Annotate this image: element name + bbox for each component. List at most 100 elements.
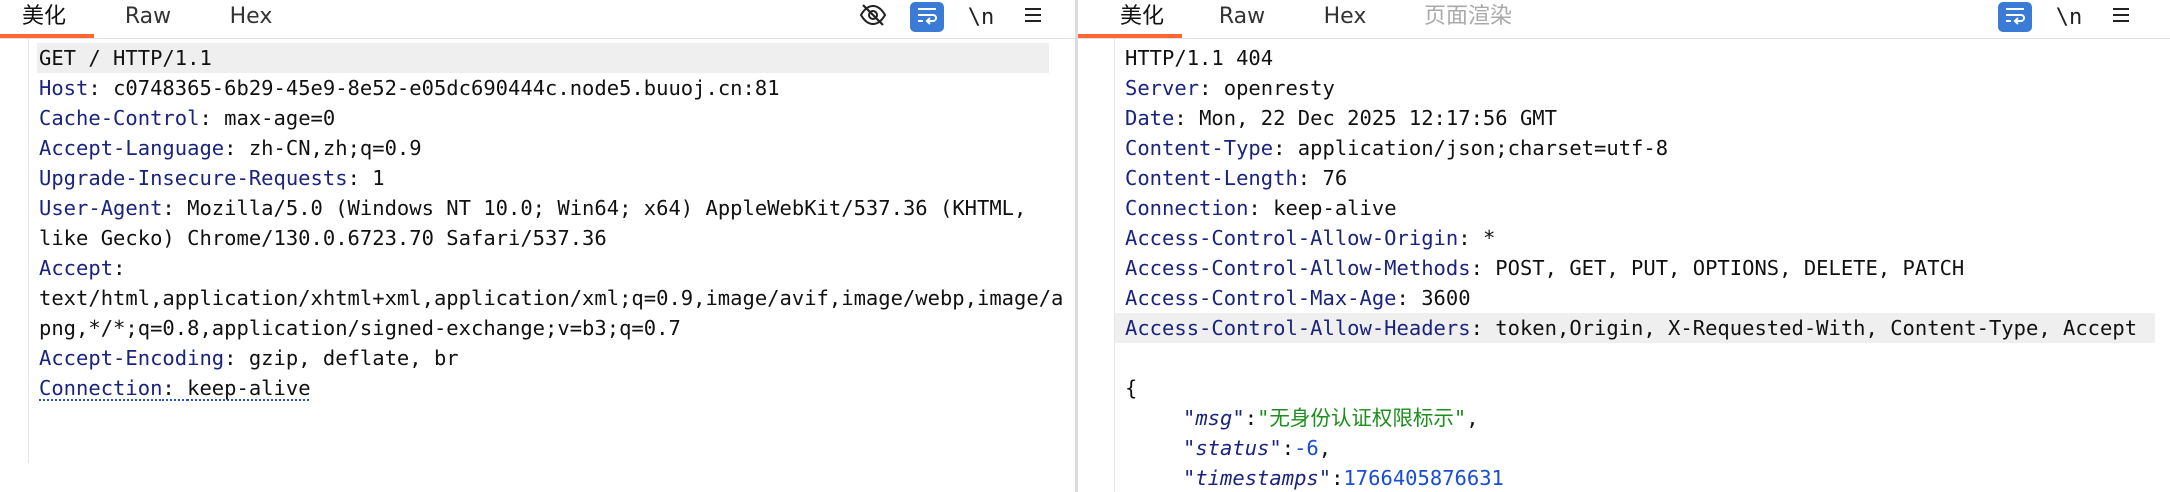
header-name: Server: [1125, 76, 1200, 100]
tab-hex-label: Hex: [1323, 4, 1367, 29]
wrap-lines-button[interactable]: [1998, 2, 2032, 32]
tab-hex[interactable]: Hex: [1318, 0, 1372, 36]
header-value: Mon, 22 Dec 2025 12:17:56 GMT: [1199, 106, 1557, 130]
code-line: 12 {: [1078, 373, 2170, 403]
code-line: 1 GET / HTTP/1.1: [0, 43, 1075, 73]
header-value: 3600: [1421, 286, 1471, 310]
header-name: User-Agent: [39, 196, 163, 220]
code-line: 5 Content-Length: 76: [1078, 163, 2170, 193]
code-line-wrapped: "msg":"无身份认证权限标示",: [1078, 403, 2170, 433]
tab-hex[interactable]: Hex: [224, 0, 278, 36]
json-open-brace: {: [1125, 376, 1138, 400]
json-key: "msg": [1183, 406, 1245, 430]
code-line: 3 Cache-Control: max-age=0: [0, 103, 1075, 133]
code-line: 6 User-Agent: Mozilla/5.0 (Windows NT 10…: [0, 193, 1075, 223]
newline-icon: \n: [967, 4, 995, 30]
tab-raw[interactable]: Raw: [1212, 0, 1272, 36]
header-value: keep-alive: [1273, 196, 1397, 220]
header-value: max-age=0: [224, 106, 336, 130]
header-value: gzip, deflate, br: [248, 346, 459, 370]
code-line: 11: [0, 433, 1075, 463]
tab-pretty[interactable]: 美化: [1078, 0, 1182, 38]
tab-render-label: 页面渲染: [1423, 4, 1512, 29]
header-name: Access-Control-Allow-Headers: [1125, 316, 1471, 340]
line-gutter: [1078, 39, 1115, 492]
tab-raw-label: Raw: [124, 4, 172, 29]
active-tab-indicator: [1078, 34, 1182, 38]
tab-render[interactable]: 页面渲染: [1416, 0, 1520, 36]
code-line-wrapped: "status":-6,: [1078, 433, 2170, 463]
code-line: 8 Accept-Encoding: gzip, deflate, br: [0, 343, 1075, 373]
code-line: 4 Content-Type: application/json;charset…: [1078, 133, 2170, 163]
code-line: 7 Accept:: [0, 253, 1075, 283]
code-line: 5 Upgrade-Insecure-Requests: 1: [0, 163, 1075, 193]
header-value: c0748365-6b29-45e9-8e52-e05dc690444c.nod…: [113, 76, 780, 100]
header-value: zh-CN,zh;q=0.9: [248, 136, 422, 160]
code-line: 7 Access-Control-Allow-Origin: *: [1078, 223, 2170, 253]
code-line-wrapped: "timestamps":1766405876631: [1078, 463, 2170, 492]
code-line-wrapped: like Gecko) Chrome/130.0.6723.70 Safari/…: [0, 223, 1075, 253]
header-name: Connection: [1125, 196, 1249, 220]
header-name: Access-Control-Allow-Origin: [1125, 226, 1459, 250]
code-line: 2 Host: c0748365-6b29-45e9-8e52-e05dc690…: [0, 73, 1075, 103]
request-menu-button[interactable]: [1016, 2, 1050, 32]
request-pane: 美化 Raw Hex \n GET / HTTP/1.1 Host: c0748…: [0, 0, 1075, 492]
wrap-lines-icon: [2003, 5, 2027, 29]
header-name: Date: [1125, 106, 1175, 130]
code-line: 1 HTTP/1.1 404: [1078, 43, 2170, 73]
header-name: Host: [39, 76, 89, 100]
code-line: 6 Connection: keep-alive: [1078, 193, 2170, 223]
code-line: 3 Date: Mon, 22 Dec 2025 12:17:56 GMT: [1078, 103, 2170, 133]
header-name: Content-Length: [1125, 166, 1298, 190]
header-name: Accept: [39, 256, 114, 280]
header-value: POST, GET, PUT, OPTIONS, DELETE, PATCH: [1495, 256, 1965, 280]
tab-pretty[interactable]: 美化: [0, 0, 94, 38]
header-value: 1: [372, 166, 385, 190]
code-line: 10: [0, 403, 1075, 433]
hamburger-menu-icon: [1023, 6, 1043, 28]
header-value-continued: text/html,application/xhtml+xml,applicat…: [39, 286, 1064, 310]
header-name: Content-Type: [1125, 136, 1274, 160]
json-number-value: 1766405876631: [1343, 466, 1504, 490]
code-line: 4 Accept-Language: zh-CN,zh;q=0.9: [0, 133, 1075, 163]
header-name: Accept-Encoding: [39, 346, 225, 370]
wrap-lines-button[interactable]: [910, 2, 944, 32]
response-pane: 美化 Raw Hex 页面渲染 \n HTTP/1.1 404 Server: …: [1078, 0, 2170, 492]
hide-headers-button[interactable]: [856, 2, 890, 32]
header-name: Connection: [39, 376, 163, 400]
header-value-continued: png,*/*;q=0.8,application/signed-exchang…: [39, 316, 681, 340]
show-newlines-button[interactable]: \n: [964, 2, 998, 32]
header-value: application/json;charset=utf-8: [1297, 136, 1669, 160]
line-gutter: [0, 39, 29, 463]
tab-hex-label: Hex: [229, 4, 273, 29]
json-key: "timestamps": [1183, 466, 1332, 490]
header-value: keep-alive: [187, 376, 311, 400]
show-newlines-button[interactable]: \n: [2052, 2, 2086, 32]
tab-pretty-label: 美化: [1119, 4, 1164, 29]
code-line: 9 Access-Control-Max-Age: 3600: [1078, 283, 2170, 313]
status-line: HTTP/1.1 404: [1125, 46, 1274, 70]
hamburger-menu-icon: [2111, 6, 2131, 28]
json-key: "status": [1183, 436, 1282, 460]
header-name: Accept-Language: [39, 136, 225, 160]
wrap-lines-icon: [915, 5, 939, 29]
header-name: Access-Control-Allow-Methods: [1125, 256, 1471, 280]
code-line: 11: [1078, 343, 2170, 373]
header-value: openresty: [1223, 76, 1335, 100]
header-value: *: [1482, 226, 1496, 250]
header-name: Cache-Control: [39, 106, 200, 130]
tab-raw[interactable]: Raw: [118, 0, 178, 36]
header-value: token,Origin, X-Requested-With, Content-…: [1495, 316, 2138, 340]
code-line: 10 Access-Control-Allow-Headers: token,O…: [1078, 313, 2170, 343]
eye-slash-icon: [859, 3, 887, 31]
request-line: GET / HTTP/1.1: [37, 43, 1049, 73]
tab-raw-label: Raw: [1218, 4, 1266, 29]
response-menu-button[interactable]: [2104, 2, 2138, 32]
code-line-wrapped: png,*/*;q=0.8,application/signed-exchang…: [0, 313, 1075, 343]
json-string-value: "无身份认证权限标示": [1257, 406, 1467, 430]
header-value-continued: like Gecko) Chrome/130.0.6723.70 Safari/…: [39, 226, 607, 250]
request-editor[interactable]: 1 GET / HTTP/1.1 2 Host: c0748365-6b29-4…: [0, 39, 1075, 463]
active-tab-indicator: [0, 34, 94, 38]
response-editor[interactable]: 1 HTTP/1.1 404 2 Server: openresty 3 Dat…: [1078, 39, 2170, 492]
header-name: Upgrade-Insecure-Requests: [39, 166, 348, 190]
